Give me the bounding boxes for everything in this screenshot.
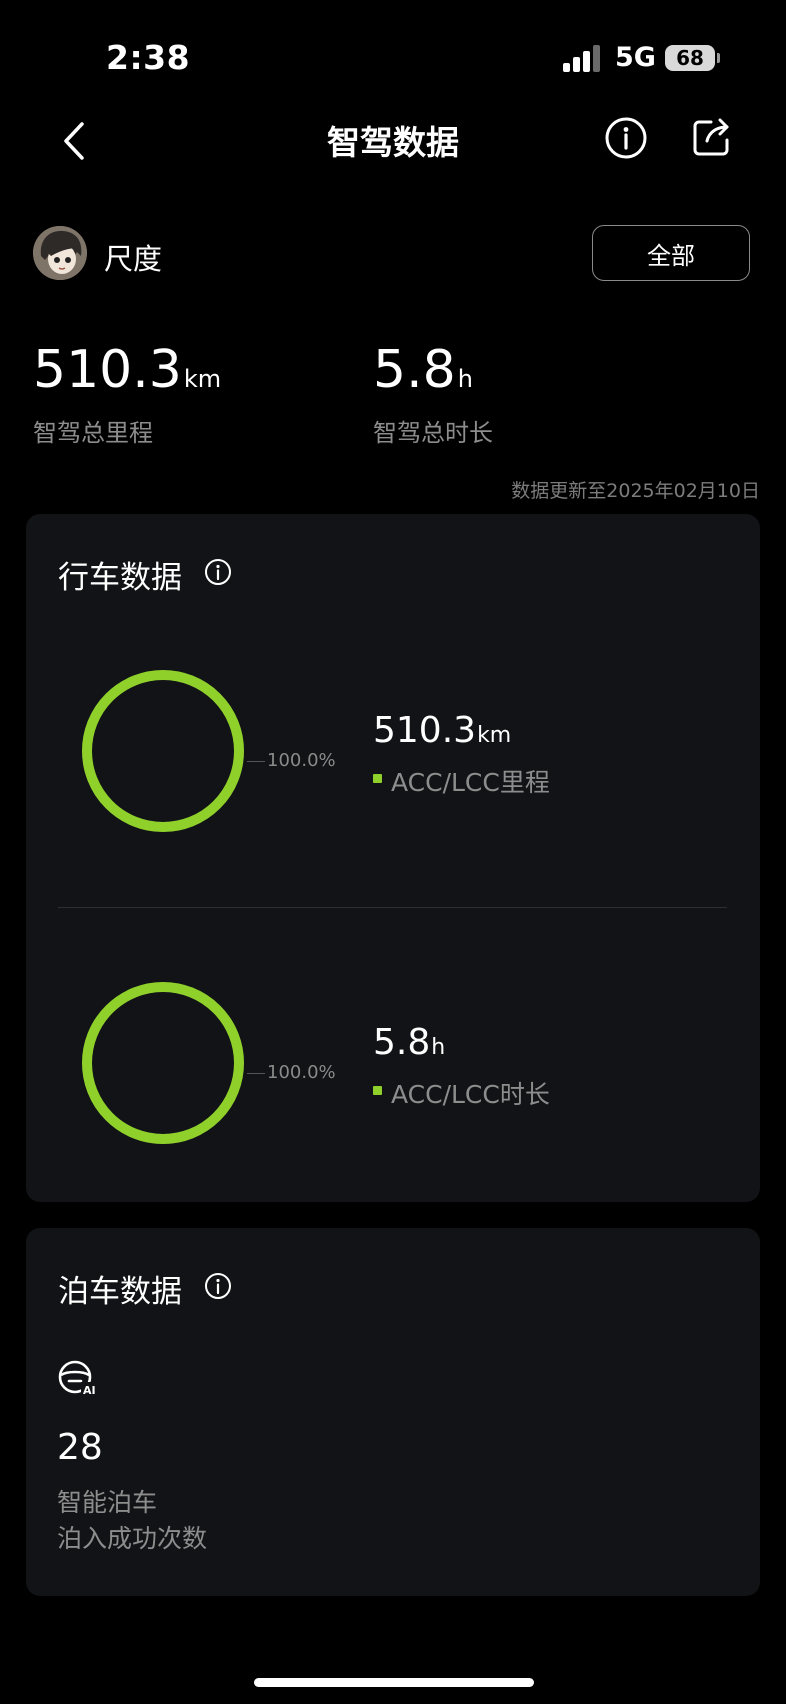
acc-lcc-duration-label: ACC/LCC时长 bbox=[391, 1080, 550, 1109]
info-icon bbox=[205, 559, 231, 585]
total-mileage: 510.3km bbox=[33, 340, 221, 400]
card-divider bbox=[58, 907, 727, 908]
filter-button[interactable]: 全部 bbox=[592, 225, 750, 281]
parking-label-line2: 泊入成功次数 bbox=[57, 1524, 208, 1553]
acc-lcc-mileage: 510.3km bbox=[373, 710, 511, 751]
acc-lcc-duration-value: 5.8 bbox=[373, 1022, 431, 1063]
mileage-ring-chart bbox=[82, 670, 244, 832]
total-duration-unit: h bbox=[457, 365, 473, 393]
duration-percent: 100.0% bbox=[267, 1062, 336, 1083]
battery-icon: 68 bbox=[665, 45, 715, 71]
duration-leader-line bbox=[247, 1073, 265, 1074]
duration-ring-arc bbox=[82, 982, 244, 1144]
parking-data-title: 泊车数据 bbox=[58, 1274, 182, 1310]
driving-info-button[interactable] bbox=[204, 558, 232, 586]
page-title: 智驾数据 bbox=[327, 123, 459, 162]
info-icon bbox=[605, 117, 647, 159]
acc-lcc-duration: 5.8h bbox=[373, 1022, 445, 1063]
ai-badge: AI bbox=[83, 1384, 96, 1396]
username: 尺度 bbox=[104, 242, 163, 276]
share-icon bbox=[693, 118, 729, 156]
home-indicator[interactable] bbox=[254, 1678, 534, 1687]
network-type: 5G bbox=[615, 42, 656, 73]
mileage-ring-arc bbox=[82, 670, 244, 832]
mileage-percent: 100.0% bbox=[267, 750, 336, 771]
acc-lcc-mileage-value: 510.3 bbox=[373, 710, 477, 751]
status-time: 2:38 bbox=[106, 38, 191, 77]
mileage-leader-line bbox=[247, 761, 265, 762]
total-duration: 5.8h bbox=[373, 340, 473, 400]
battery-level: 68 bbox=[676, 46, 704, 70]
acc-lcc-mileage-label: ACC/LCC里程 bbox=[391, 768, 550, 797]
avatar-image bbox=[33, 226, 87, 280]
legend-dot bbox=[373, 1086, 382, 1095]
total-mileage-label: 智驾总里程 bbox=[33, 419, 153, 447]
signal-strength-icon bbox=[563, 44, 603, 72]
total-duration-value: 5.8 bbox=[373, 340, 456, 400]
info-icon bbox=[205, 1273, 231, 1299]
driving-data-title: 行车数据 bbox=[58, 560, 182, 596]
avatar[interactable] bbox=[33, 226, 87, 280]
total-mileage-unit: km bbox=[183, 365, 222, 393]
battery-tip bbox=[717, 53, 720, 63]
acc-lcc-mileage-unit: km bbox=[477, 723, 512, 748]
total-mileage-value: 510.3 bbox=[33, 340, 182, 400]
duration-ring-chart bbox=[82, 982, 244, 1144]
steering-wheel-ai-icon: AI bbox=[58, 1360, 99, 1396]
update-timestamp: 数据更新至2025年02月10日 bbox=[511, 480, 760, 502]
info-button[interactable] bbox=[604, 116, 648, 160]
total-duration-label: 智驾总时长 bbox=[373, 419, 493, 447]
parking-info-button[interactable] bbox=[204, 1272, 232, 1300]
parking-label-line1: 智能泊车 bbox=[57, 1488, 158, 1517]
acc-lcc-duration-unit: h bbox=[431, 1035, 446, 1060]
parking-count: 28 bbox=[57, 1427, 103, 1468]
legend-dot bbox=[373, 774, 382, 783]
share-button[interactable] bbox=[689, 114, 735, 160]
